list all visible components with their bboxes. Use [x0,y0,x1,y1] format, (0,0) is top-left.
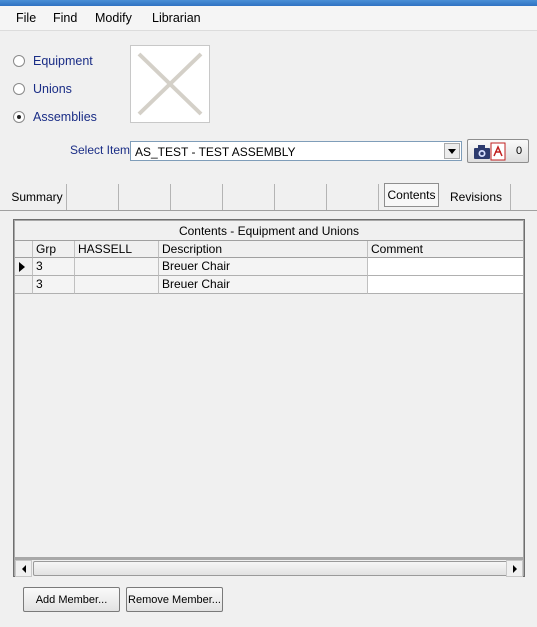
scroll-left-icon [21,564,26,573]
contents-grid: Contents - Equipment and Unions Grp HASS… [13,219,525,577]
tab-blank-6[interactable] [327,184,379,210]
tab-underline [0,210,537,211]
menu-file[interactable]: File [16,11,36,25]
radio-button-icon[interactable] [13,55,25,67]
tab-blank-2[interactable] [119,184,171,210]
attachment-count: 0 [516,145,523,157]
radio-equipment-label: Equipment [33,54,93,68]
scroll-left-button[interactable] [15,560,32,577]
menu-bar: File Find Modify Librarian [0,6,537,31]
select-item-value: AS_TEST - TEST ASSEMBLY [135,145,296,159]
cell-grp[interactable]: 3 [33,276,75,294]
column-header-grp[interactable]: Grp [33,241,75,258]
tab-bar: Summary Contents Revisions [0,182,537,211]
tab-contents-label: Contents [387,188,436,202]
attachments-button[interactable]: 0 [467,139,529,163]
attachment-icons [474,142,506,161]
grid-body: Contents - Equipment and Unions Grp HASS… [15,221,523,557]
cell-hassell[interactable] [75,258,159,276]
radio-equipment[interactable]: Equipment [13,53,93,69]
column-header-hassell[interactable]: HASSELL [75,241,159,258]
row-indicator [15,276,33,294]
menu-modify[interactable]: Modify [95,11,132,25]
tab-summary[interactable]: Summary [8,184,67,210]
tab-contents[interactable]: Contents [384,183,439,207]
radio-button-checked-icon[interactable] [13,111,25,123]
column-header-comment[interactable]: Comment [368,241,523,258]
tab-blank-4[interactable] [223,184,275,210]
cell-description[interactable]: Breuer Chair [159,276,368,294]
cell-comment[interactable] [368,276,523,294]
missing-image-icon [137,52,203,116]
scroll-right-button[interactable] [506,560,523,577]
radio-assemblies-label: Assemblies [33,110,97,124]
remove-member-button[interactable]: Remove Member... [126,587,223,612]
column-header-description[interactable]: Description [159,241,368,258]
pdf-icon [490,142,506,161]
tab-revisions[interactable]: Revisions [442,184,511,210]
tab-blank-3[interactable] [171,184,223,210]
current-row-arrow-icon [19,262,25,272]
cell-grp[interactable]: 3 [33,258,75,276]
radio-unions[interactable]: Unions [13,81,72,97]
cell-hassell[interactable] [75,276,159,294]
select-item-label: Select Item [70,143,131,157]
scroll-thumb[interactable] [33,561,511,576]
current-row-indicator [15,258,33,276]
tab-blank-1[interactable] [67,184,119,210]
tab-blank-5[interactable] [275,184,327,210]
scroll-right-icon [512,564,517,573]
select-item-dropdown[interactable]: AS_TEST - TEST ASSEMBLY [130,141,462,161]
camera-icon [474,145,490,159]
dropdown-arrow-icon[interactable] [444,143,460,159]
row-indicator-header [15,241,33,258]
menu-find[interactable]: Find [53,11,77,25]
radio-button-icon[interactable] [13,83,25,95]
tab-summary-label: Summary [11,190,63,204]
cell-description[interactable]: Breuer Chair [159,258,368,276]
radio-unions-label: Unions [33,82,72,96]
cell-comment[interactable] [368,258,523,276]
add-member-button[interactable]: Add Member... [23,587,120,612]
tab-revisions-label: Revisions [449,190,503,204]
menu-librarian[interactable]: Librarian [152,11,201,25]
radio-assemblies[interactable]: Assemblies [13,109,97,125]
horizontal-scrollbar[interactable] [15,560,523,577]
grid-caption: Contents - Equipment and Unions [15,221,523,241]
item-image-placeholder [130,45,210,123]
